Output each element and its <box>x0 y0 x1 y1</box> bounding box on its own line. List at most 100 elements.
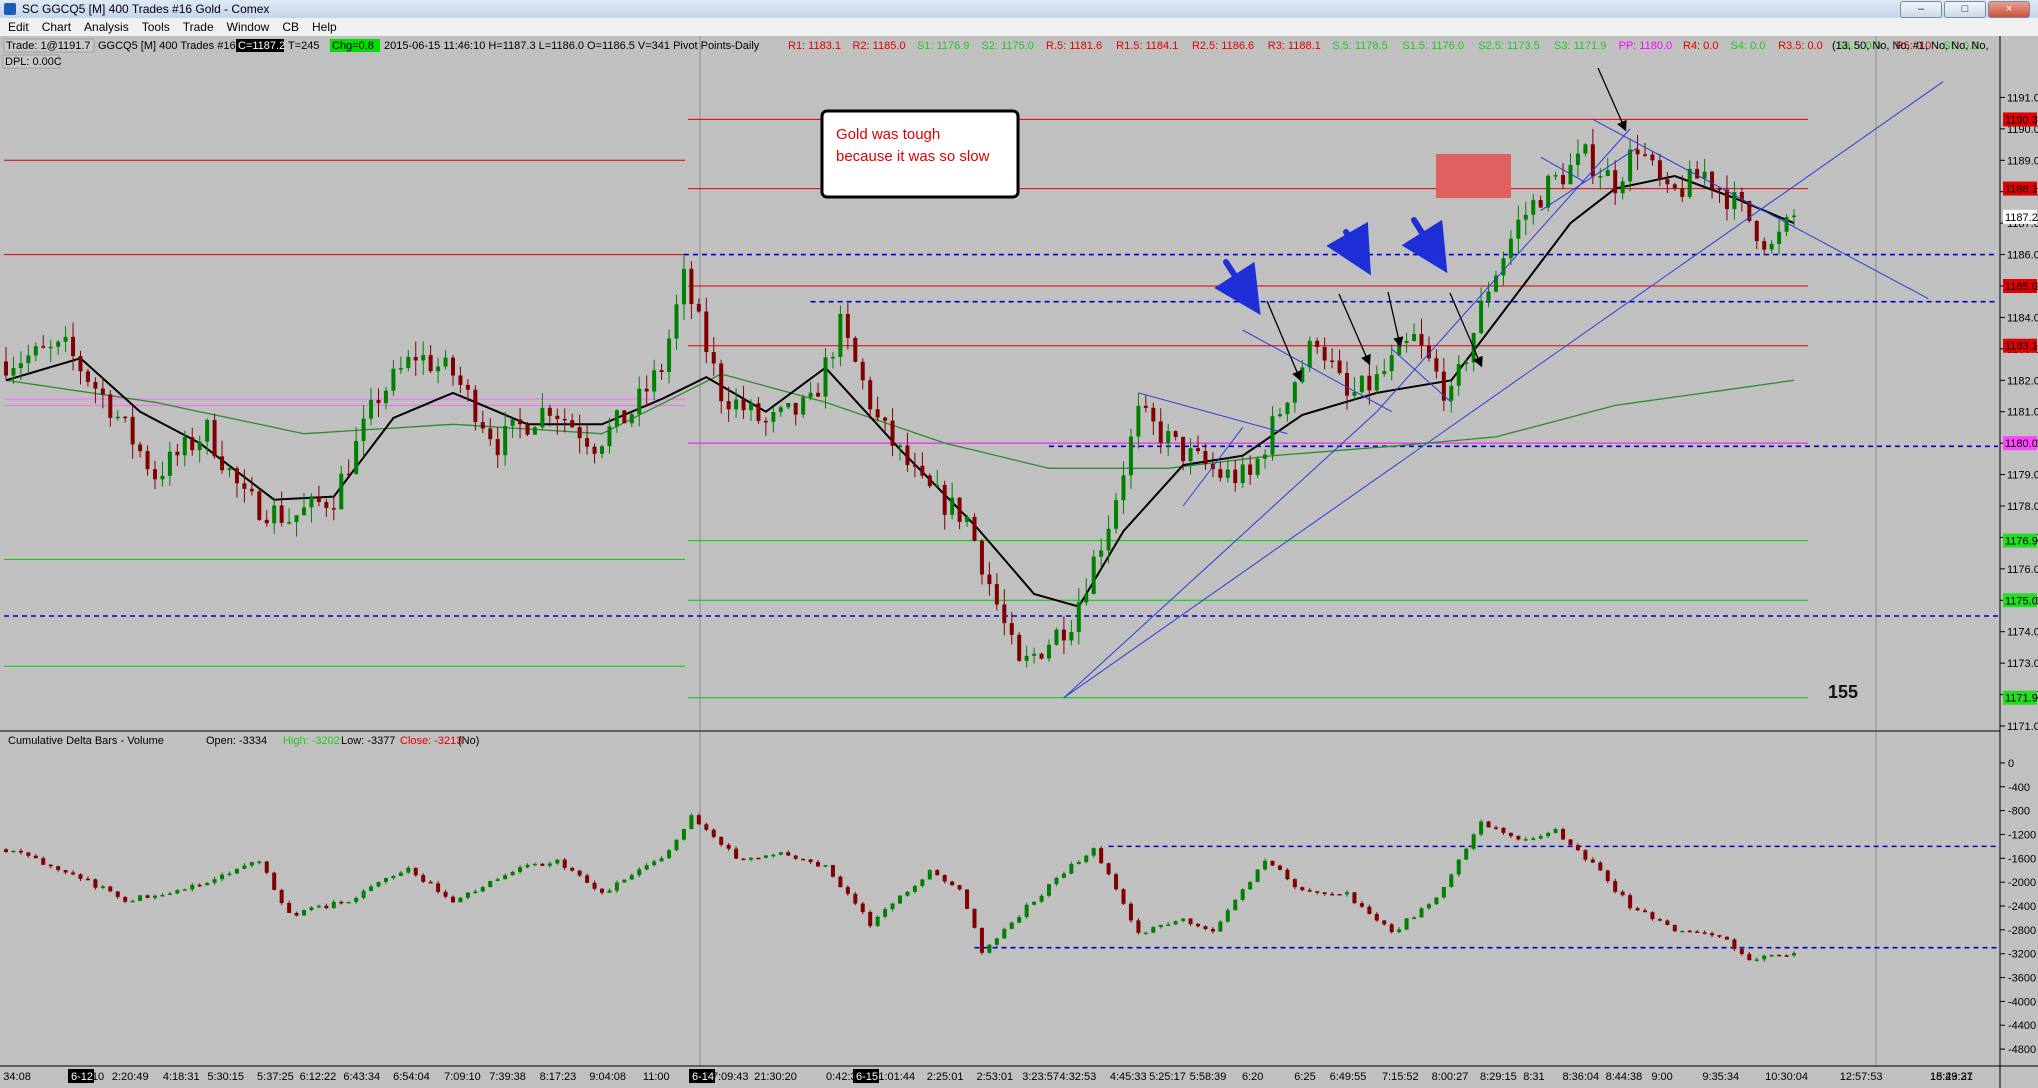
delta-bar[interactable] <box>1762 955 1767 960</box>
price-candle[interactable] <box>1285 402 1290 415</box>
price-candle[interactable] <box>220 456 225 471</box>
maximize-button[interactable]: □ <box>1944 1 1986 18</box>
delta-bar[interactable] <box>965 889 970 909</box>
delta-bar[interactable] <box>957 885 962 890</box>
price-candle[interactable] <box>696 304 701 312</box>
price-candle[interactable] <box>1389 355 1394 372</box>
delta-bar[interactable] <box>41 858 46 865</box>
delta-bar[interactable] <box>1292 879 1297 888</box>
delta-bar[interactable] <box>704 824 709 830</box>
price-candle[interactable] <box>890 420 895 446</box>
delta-bar[interactable] <box>503 875 508 880</box>
menu-cb[interactable]: CB <box>274 18 304 34</box>
price-candle[interactable] <box>26 355 31 364</box>
delta-bar[interactable] <box>830 865 835 877</box>
delta-bar[interactable] <box>1233 899 1238 911</box>
delta-bar[interactable] <box>1061 873 1066 878</box>
delta-bar[interactable] <box>793 855 798 859</box>
delta-bar[interactable] <box>763 855 768 858</box>
price-candle[interactable] <box>816 392 821 397</box>
delta-bar[interactable] <box>1330 893 1335 896</box>
menu-window[interactable]: Window <box>219 18 275 34</box>
delta-bar[interactable] <box>383 877 388 882</box>
price-candle[interactable] <box>1181 436 1186 462</box>
price-candle[interactable] <box>681 268 686 305</box>
price-candle[interactable] <box>100 388 105 395</box>
delta-bar[interactable] <box>369 886 374 891</box>
price-candle[interactable] <box>1307 340 1312 368</box>
delta-bar[interactable] <box>532 863 537 866</box>
delta-bar[interactable] <box>63 870 68 873</box>
price-candle[interactable] <box>1456 364 1461 386</box>
price-candle[interactable] <box>965 516 970 522</box>
price-candle[interactable] <box>957 497 962 522</box>
price-candle[interactable] <box>190 436 195 451</box>
delta-bar[interactable] <box>302 909 306 916</box>
price-candle[interactable] <box>1345 373 1349 396</box>
delta-bar[interactable] <box>4 849 8 853</box>
price-candle[interactable] <box>264 519 269 524</box>
delta-bar[interactable] <box>26 852 31 856</box>
delta-bar[interactable] <box>808 859 813 862</box>
delta-bar[interactable] <box>56 866 61 871</box>
delta-bar[interactable] <box>1702 932 1707 934</box>
price-candle[interactable] <box>1479 300 1484 334</box>
price-candle[interactable] <box>1792 215 1796 218</box>
delta-bar[interactable] <box>1069 863 1074 874</box>
delta-bar[interactable] <box>883 909 888 917</box>
delta-bar[interactable] <box>1732 939 1737 949</box>
price-candle[interactable] <box>227 468 232 471</box>
delta-bar[interactable] <box>1151 927 1156 933</box>
price-candle[interactable] <box>1009 623 1014 635</box>
delta-bar[interactable] <box>1561 829 1566 840</box>
delta-bar[interactable] <box>331 901 336 909</box>
price-candle[interactable] <box>1225 469 1230 478</box>
price-candle[interactable] <box>1508 238 1513 259</box>
price-candle[interactable] <box>1158 421 1163 444</box>
price-candle[interactable] <box>547 407 552 416</box>
price-candle[interactable] <box>1434 358 1439 372</box>
delta-bar[interactable] <box>1166 924 1171 926</box>
price-candle[interactable] <box>801 397 806 415</box>
price-candle[interactable] <box>979 540 984 575</box>
delta-bar[interactable] <box>48 864 53 867</box>
price-candle[interactable] <box>659 370 664 373</box>
delta-bar[interactable] <box>197 884 202 887</box>
price-candle[interactable] <box>1620 181 1625 194</box>
delta-bar[interactable] <box>1255 869 1260 882</box>
delta-bar[interactable] <box>555 859 560 864</box>
delta-bar[interactable] <box>868 912 873 926</box>
delta-bar[interactable] <box>786 852 791 856</box>
price-candle[interactable] <box>786 402 791 408</box>
delta-bar[interactable] <box>614 882 619 891</box>
price-candle[interactable] <box>1315 340 1320 347</box>
delta-bar[interactable] <box>629 875 634 880</box>
delta-bar[interactable] <box>18 850 23 853</box>
price-candle[interactable] <box>853 337 858 362</box>
delta-bar[interactable] <box>1091 848 1096 856</box>
price-candle[interactable] <box>257 491 262 520</box>
price-candle[interactable] <box>78 356 83 372</box>
delta-bar[interactable] <box>1054 877 1059 885</box>
delta-bar[interactable] <box>1546 832 1551 837</box>
delta-bar[interactable] <box>495 879 500 882</box>
price-candle[interactable] <box>711 352 716 364</box>
delta-bar[interactable] <box>234 868 239 874</box>
delta-bar[interactable] <box>1657 919 1662 921</box>
delta-bar[interactable] <box>756 857 761 860</box>
price-candle[interactable] <box>1203 451 1208 465</box>
price-candle[interactable] <box>868 380 873 410</box>
menu-tools[interactable]: Tools <box>134 18 175 34</box>
delta-bar[interactable] <box>1449 874 1454 887</box>
delta-bar[interactable] <box>212 879 217 883</box>
price-candle[interactable] <box>1613 170 1618 194</box>
delta-bar[interactable] <box>1665 920 1670 925</box>
price-candle[interactable] <box>1114 500 1119 529</box>
price-candle[interactable] <box>421 355 426 361</box>
price-candle[interactable] <box>197 441 202 451</box>
delta-bar[interactable] <box>637 869 642 876</box>
price-candle[interactable] <box>1300 367 1305 383</box>
delta-bar[interactable] <box>1672 924 1677 932</box>
delta-bar[interactable] <box>182 889 187 891</box>
delta-bar[interactable] <box>1300 887 1305 891</box>
